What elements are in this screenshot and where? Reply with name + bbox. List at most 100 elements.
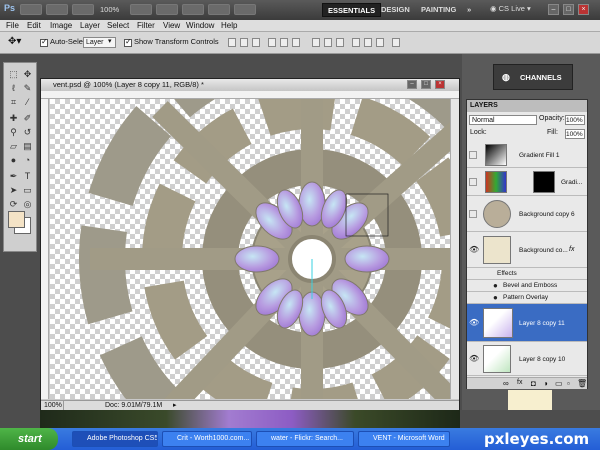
- pen-tool-icon[interactable]: ✒: [8, 171, 19, 182]
- eyedropper-icon[interactable]: ⁄: [22, 97, 33, 108]
- eye-icon[interactable]: ●: [493, 294, 501, 302]
- doc-close-icon[interactable]: ×: [435, 80, 445, 89]
- eye-icon[interactable]: 👁: [469, 246, 479, 254]
- task-microsoft-word[interactable]: VENT - Microsoft Word: [358, 431, 450, 447]
- zoom-tool-icon[interactable]: [156, 4, 178, 15]
- eye-icon[interactable]: ●: [493, 282, 501, 290]
- layer-row-selected[interactable]: 👁 Layer 8 copy 11: [467, 304, 587, 342]
- lasso-tool-icon[interactable]: ℓ: [8, 83, 19, 94]
- doc-minimize-icon[interactable]: –: [407, 80, 417, 89]
- new-layer-icon[interactable]: ▫: [567, 379, 570, 388]
- fill-input[interactable]: 100%: [565, 129, 585, 139]
- link-layers-icon[interactable]: ∞: [503, 379, 509, 388]
- 3d-rotate-icon[interactable]: ⟳: [8, 199, 19, 210]
- effects-row[interactable]: Effects: [467, 268, 587, 280]
- healing-brush-icon[interactable]: ✚: [8, 113, 19, 124]
- delete-layer-icon[interactable]: 🗑: [577, 379, 587, 388]
- zoom-level-dropdown[interactable]: 100%: [100, 5, 119, 14]
- gradient-icon[interactable]: ▤: [22, 141, 33, 152]
- quick-select-icon[interactable]: ✎: [22, 83, 33, 94]
- distribute-right-icon[interactable]: [376, 38, 384, 47]
- maximize-icon[interactable]: □: [563, 4, 574, 15]
- visibility-toggle[interactable]: [469, 178, 477, 186]
- eye-icon[interactable]: 👁: [469, 355, 479, 363]
- auto-select-checkbox[interactable]: [40, 37, 48, 47]
- auto-align-icon[interactable]: [392, 38, 400, 47]
- arrange-documents-icon[interactable]: [208, 4, 230, 15]
- move-tool-icon[interactable]: ✥: [22, 69, 33, 80]
- eraser-icon[interactable]: ▱: [8, 141, 19, 152]
- menu-help[interactable]: Help: [221, 20, 237, 32]
- distribute-hcenter-icon[interactable]: [364, 38, 372, 47]
- menu-file[interactable]: File: [6, 20, 19, 32]
- distribute-left-icon[interactable]: [352, 38, 360, 47]
- hand-tool-icon[interactable]: [130, 4, 152, 15]
- channels-panel-button[interactable]: CHANNELS ◍: [493, 64, 573, 90]
- adjustment-layer-icon[interactable]: ◑: [543, 379, 548, 388]
- foreground-color-swatch[interactable]: [8, 211, 25, 228]
- cs-live-button[interactable]: ◉ CS Live ▾: [490, 4, 531, 13]
- fx-badge[interactable]: fx: [569, 246, 574, 253]
- add-style-icon[interactable]: fx: [517, 379, 522, 386]
- menu-window[interactable]: Window: [186, 20, 214, 32]
- distribute-vcenter-icon[interactable]: [324, 38, 332, 47]
- crop-tool-icon[interactable]: ⌗: [8, 97, 19, 108]
- effect-row[interactable]: ● Pattern Overlay: [467, 292, 587, 304]
- align-vcenter-icon[interactable]: [240, 38, 248, 47]
- eye-icon[interactable]: 👁: [469, 319, 479, 327]
- shape-tool-icon[interactable]: ▭: [22, 185, 33, 196]
- add-mask-icon[interactable]: ◘: [531, 379, 536, 388]
- brush-tool-icon[interactable]: ✐: [22, 113, 33, 124]
- new-group-icon[interactable]: ▭: [555, 379, 563, 388]
- visibility-toggle[interactable]: [469, 151, 477, 159]
- menu-edit[interactable]: Edit: [27, 20, 41, 32]
- type-tool-icon[interactable]: T: [22, 171, 33, 182]
- menu-image[interactable]: Image: [50, 20, 72, 32]
- doc-maximize-icon[interactable]: □: [421, 80, 431, 89]
- visibility-toggle[interactable]: [469, 210, 477, 218]
- opacity-input[interactable]: 100%: [565, 115, 585, 125]
- layer-row[interactable]: Gradi...: [467, 168, 587, 196]
- rotate-view-icon[interactable]: [182, 4, 204, 15]
- marquee-tool-icon[interactable]: ⬚: [8, 69, 19, 80]
- more-workspaces-button[interactable]: »: [462, 3, 476, 17]
- menu-select[interactable]: Select: [107, 20, 129, 32]
- move-tool-preset-icon[interactable]: ✥▾: [8, 36, 21, 47]
- layer-row[interactable]: Gradient Fill 1: [467, 142, 587, 168]
- start-button[interactable]: start: [0, 428, 58, 450]
- menu-view[interactable]: View: [163, 20, 180, 32]
- history-brush-icon[interactable]: ↺: [22, 127, 33, 138]
- workspace-painting[interactable]: PAINTING: [416, 3, 461, 17]
- canvas[interactable]: [50, 99, 450, 399]
- workspace-design[interactable]: DESIGN: [376, 3, 415, 17]
- align-left-icon[interactable]: [268, 38, 276, 47]
- distribute-bottom-icon[interactable]: [336, 38, 344, 47]
- dodge-tool-icon[interactable]: ◔: [22, 155, 33, 166]
- minimize-icon[interactable]: –: [548, 4, 559, 15]
- path-select-icon[interactable]: ➤: [8, 185, 19, 196]
- document-title-bar[interactable]: vent.psd @ 100% (Layer 8 copy 11, RGB/8)…: [41, 79, 459, 91]
- align-right-icon[interactable]: [292, 38, 300, 47]
- vertical-scrollbar[interactable]: [450, 99, 459, 399]
- effect-row[interactable]: ● Bevel and Emboss: [467, 280, 587, 292]
- 3d-orbit-icon[interactable]: ◎: [22, 199, 33, 210]
- close-icon[interactable]: ×: [578, 4, 589, 15]
- extras-icon[interactable]: [72, 4, 94, 15]
- blur-tool-icon[interactable]: ●: [8, 155, 19, 166]
- task-photoshop[interactable]: Adobe Photoshop CS5: [72, 431, 158, 447]
- layer-row[interactable]: 👁 Background co... fx: [467, 232, 587, 268]
- clone-stamp-icon[interactable]: ⚲: [8, 127, 19, 138]
- align-top-icon[interactable]: [228, 38, 236, 47]
- task-flickr-search[interactable]: water - Flickr: Search...: [256, 431, 354, 447]
- bridge-icon[interactable]: [20, 4, 42, 15]
- layers-tab[interactable]: LAYERS: [467, 100, 587, 112]
- blend-mode-dropdown[interactable]: Normal: [469, 115, 537, 125]
- layer-row[interactable]: Background copy 6: [467, 196, 587, 232]
- task-crit-worth1000[interactable]: Crit - Worth1000.com...: [162, 431, 252, 447]
- minibridge-icon[interactable]: [46, 4, 68, 15]
- screen-mode-icon[interactable]: [234, 4, 256, 15]
- menu-layer[interactable]: Layer: [80, 20, 100, 32]
- align-hcenter-icon[interactable]: [280, 38, 288, 47]
- layer-row[interactable]: 👁 Layer 8 copy 10: [467, 342, 587, 376]
- show-transform-checkbox[interactable]: [124, 37, 132, 47]
